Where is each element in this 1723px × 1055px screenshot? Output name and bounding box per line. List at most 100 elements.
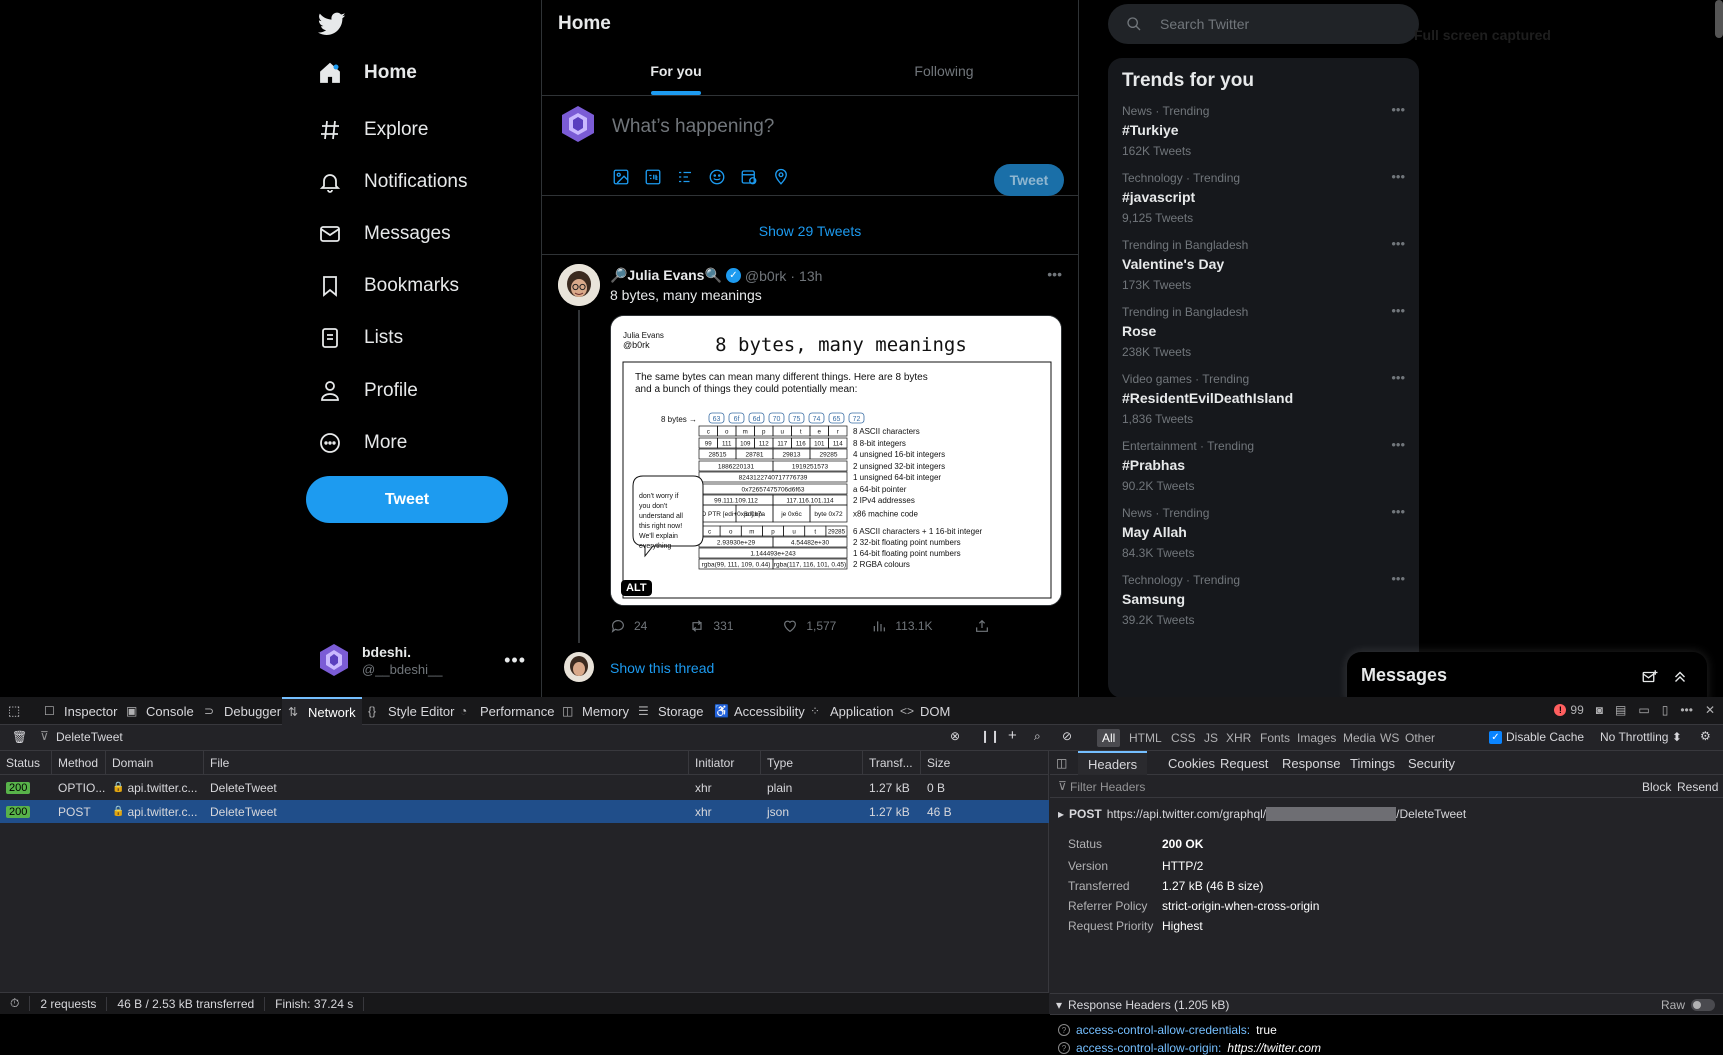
messages-drawer[interactable]: Messages	[1347, 652, 1707, 697]
devtools-tab-performance[interactable]: ◔ Performance	[454, 697, 560, 725]
details-tab-request[interactable]: Request	[1220, 751, 1268, 775]
trend-item[interactable]: Technology · Trending Samsung 39.2K Tweets…	[1122, 571, 1405, 643]
devtools-tab-inspector[interactable]: ☐ Inspector	[38, 697, 123, 725]
element-picker-icon[interactable]: ⬚	[8, 697, 20, 725]
type-filter-html[interactable]: HTML	[1124, 729, 1167, 747]
response-header-row[interactable]: ? access-control-allow-credentials: true	[1058, 1023, 1277, 1037]
devtools-tab-network[interactable]: ⇅ Network	[282, 697, 362, 725]
tweet-button[interactable]: Tweet	[306, 476, 508, 523]
filter-urls-input[interactable]: DeleteTweet	[56, 730, 123, 744]
column-header[interactable]: Initiator	[689, 751, 761, 775]
responsive-icon[interactable]: ▤	[1615, 703, 1626, 717]
alt-text-badge[interactable]: ALT	[621, 580, 652, 596]
add-filter-icon[interactable]: +	[1008, 727, 1017, 744]
sidebar-toggle-icon[interactable]: ◫	[1056, 756, 1067, 770]
type-filter-css[interactable]: CSS	[1166, 729, 1201, 747]
more-dots-icon[interactable]: •••	[1391, 504, 1405, 519]
composer-tweet-button[interactable]: Tweet	[994, 164, 1064, 196]
response-header-row[interactable]: ? access-control-allow-origin: https://twi…	[1058, 1041, 1321, 1055]
clear-filter-icon[interactable]: ⊗	[950, 729, 960, 743]
disable-cache-checkbox[interactable]: ✓	[1489, 731, 1502, 744]
help-icon[interactable]: ?	[1058, 1024, 1070, 1036]
type-filter-xhr[interactable]: XHR	[1221, 729, 1256, 747]
new-message-icon[interactable]	[1641, 668, 1659, 686]
trash-icon[interactable]: 🗑	[12, 730, 27, 744]
nav-item-home[interactable]: Home	[318, 53, 417, 93]
pause-icon[interactable]: ❙❙	[980, 729, 1000, 743]
block-icon[interactable]: ⊘	[1062, 729, 1072, 743]
tweet-image[interactable]: Julia Evans @b0rk 8 bytes, many meanings…	[610, 315, 1062, 606]
more-dots-icon[interactable]: •••	[1391, 571, 1405, 586]
type-filter-all[interactable]: All	[1097, 729, 1121, 747]
more-dots-icon[interactable]: •••	[1047, 266, 1062, 282]
table-row[interactable]: 200 OPTIO... 🔒 api.twitter.c... DeleteTweet x…	[0, 776, 1049, 799]
tab-following[interactable]: Following	[810, 47, 1078, 95]
composer-input[interactable]: What’s happening?	[612, 116, 774, 138]
schedule-icon[interactable]	[740, 168, 758, 186]
nav-item-explore[interactable]: Explore	[318, 110, 428, 150]
details-tab-timings[interactable]: Timings	[1350, 751, 1395, 775]
trend-item[interactable]: News · Trending #Turkiye 162K Tweets •••	[1122, 102, 1405, 174]
twitter-bird-icon[interactable]	[318, 10, 346, 38]
emoji-icon[interactable]	[708, 168, 726, 186]
devtools-tab-memory[interactable]: ◫ Memory	[556, 697, 635, 725]
overflow-menu-icon[interactable]: •••	[1680, 703, 1693, 717]
trend-item[interactable]: Trending in Bangladesh Rose 238K Tweets •••	[1122, 303, 1405, 375]
more-dots-icon[interactable]: •••	[1391, 370, 1405, 385]
nav-item-bookmarks[interactable]: Bookmarks	[318, 266, 459, 306]
nav-item-messages[interactable]: Messages	[318, 214, 451, 254]
table-row[interactable]: 200 POST 🔒 api.twitter.c... DeleteTweet xhr js…	[0, 800, 1049, 823]
type-filter-fonts[interactable]: Fonts	[1255, 729, 1295, 747]
account-switcher[interactable]: bdeshi. @__bdeshi__ •••	[306, 636, 536, 684]
author-handle[interactable]: @b0rk	[745, 268, 786, 284]
retweet-button[interactable]: 331	[689, 618, 782, 634]
more-dots-icon[interactable]: •••	[504, 650, 526, 671]
response-headers-section[interactable]: ▾ Response Headers (1.205 kB) Raw	[1050, 993, 1723, 1015]
request-url-line[interactable]: ▸ POST https://api.twitter.com/graphql/ …	[1058, 807, 1466, 821]
poll-icon[interactable]	[676, 168, 694, 186]
devtools-tab-dom[interactable]: <> DOM	[894, 697, 956, 725]
page-scrollbar[interactable]	[1715, 0, 1723, 38]
show-thread-link[interactable]: Show this thread	[610, 660, 714, 676]
raw-toggle[interactable]	[1691, 999, 1715, 1011]
show-thread-row[interactable]: Show this thread	[542, 650, 1078, 690]
devtools-tab-debugger[interactable]: ⊃ Debugger	[198, 697, 287, 725]
devtools-tab-application[interactable]: ⁘ Application	[804, 697, 900, 725]
devtools-tab-storage[interactable]: ☰ Storage	[632, 697, 710, 725]
column-header[interactable]: Type	[761, 751, 863, 775]
image-icon[interactable]	[612, 168, 630, 186]
type-filter-js[interactable]: JS	[1199, 729, 1223, 747]
trend-item[interactable]: Technology · Trending #javascript 9,125 Tw…	[1122, 169, 1405, 241]
more-dots-icon[interactable]: •••	[1391, 102, 1405, 117]
column-header[interactable]: Transf...	[863, 751, 921, 775]
more-dots-icon[interactable]: •••	[1391, 236, 1405, 251]
tweet[interactable]: 🔎Julia Evans🔍 ✓ @b0rk · 13h ••• 8 bytes,…	[542, 256, 1078, 696]
share-button[interactable]	[974, 618, 990, 634]
expand-up-icon[interactable]	[1671, 668, 1689, 686]
nav-item-profile[interactable]: Profile	[318, 371, 418, 411]
resend-button[interactable]: Resend	[1677, 780, 1718, 794]
search-input[interactable]: Search Twitter	[1160, 16, 1249, 32]
search-icon[interactable]: ⌕	[1034, 729, 1041, 744]
column-header[interactable]: Domain	[106, 751, 204, 775]
rulers-icon[interactable]: ▭	[1638, 703, 1649, 717]
more-dots-icon[interactable]: •••	[1391, 303, 1405, 318]
devtools-tab-console[interactable]: ▣ Console	[120, 697, 200, 725]
trend-item[interactable]: Video games · Trending #ResidentEvilDeath…	[1122, 370, 1405, 442]
like-button[interactable]: 1,577	[782, 618, 871, 634]
devtools-tab-accessibility[interactable]: ♿ Accessibility	[708, 697, 811, 725]
help-icon[interactable]: ?	[1058, 1042, 1070, 1054]
show-new-tweets-link[interactable]: Show 29 Tweets	[542, 207, 1078, 255]
author-name[interactable]: 🔎Julia Evans🔍	[610, 267, 722, 284]
nav-item-notifications[interactable]: Notifications	[318, 162, 468, 202]
throttling-select[interactable]: No Throttling ⬍	[1600, 730, 1682, 744]
more-dots-icon[interactable]: •••	[1391, 169, 1405, 184]
dock-icon[interactable]: ▯	[1662, 703, 1669, 717]
type-filter-images[interactable]: Images	[1292, 729, 1341, 747]
search-box[interactable]: Search Twitter	[1108, 4, 1419, 44]
details-tab-response[interactable]: Response	[1282, 751, 1341, 775]
trend-item[interactable]: Entertainment · Trending #Prabhas 90.2K Tw…	[1122, 437, 1405, 509]
tweet-timestamp[interactable]: 13h	[799, 268, 822, 284]
reply-button[interactable]: 24	[610, 618, 689, 634]
column-header[interactable]: File	[204, 751, 689, 775]
